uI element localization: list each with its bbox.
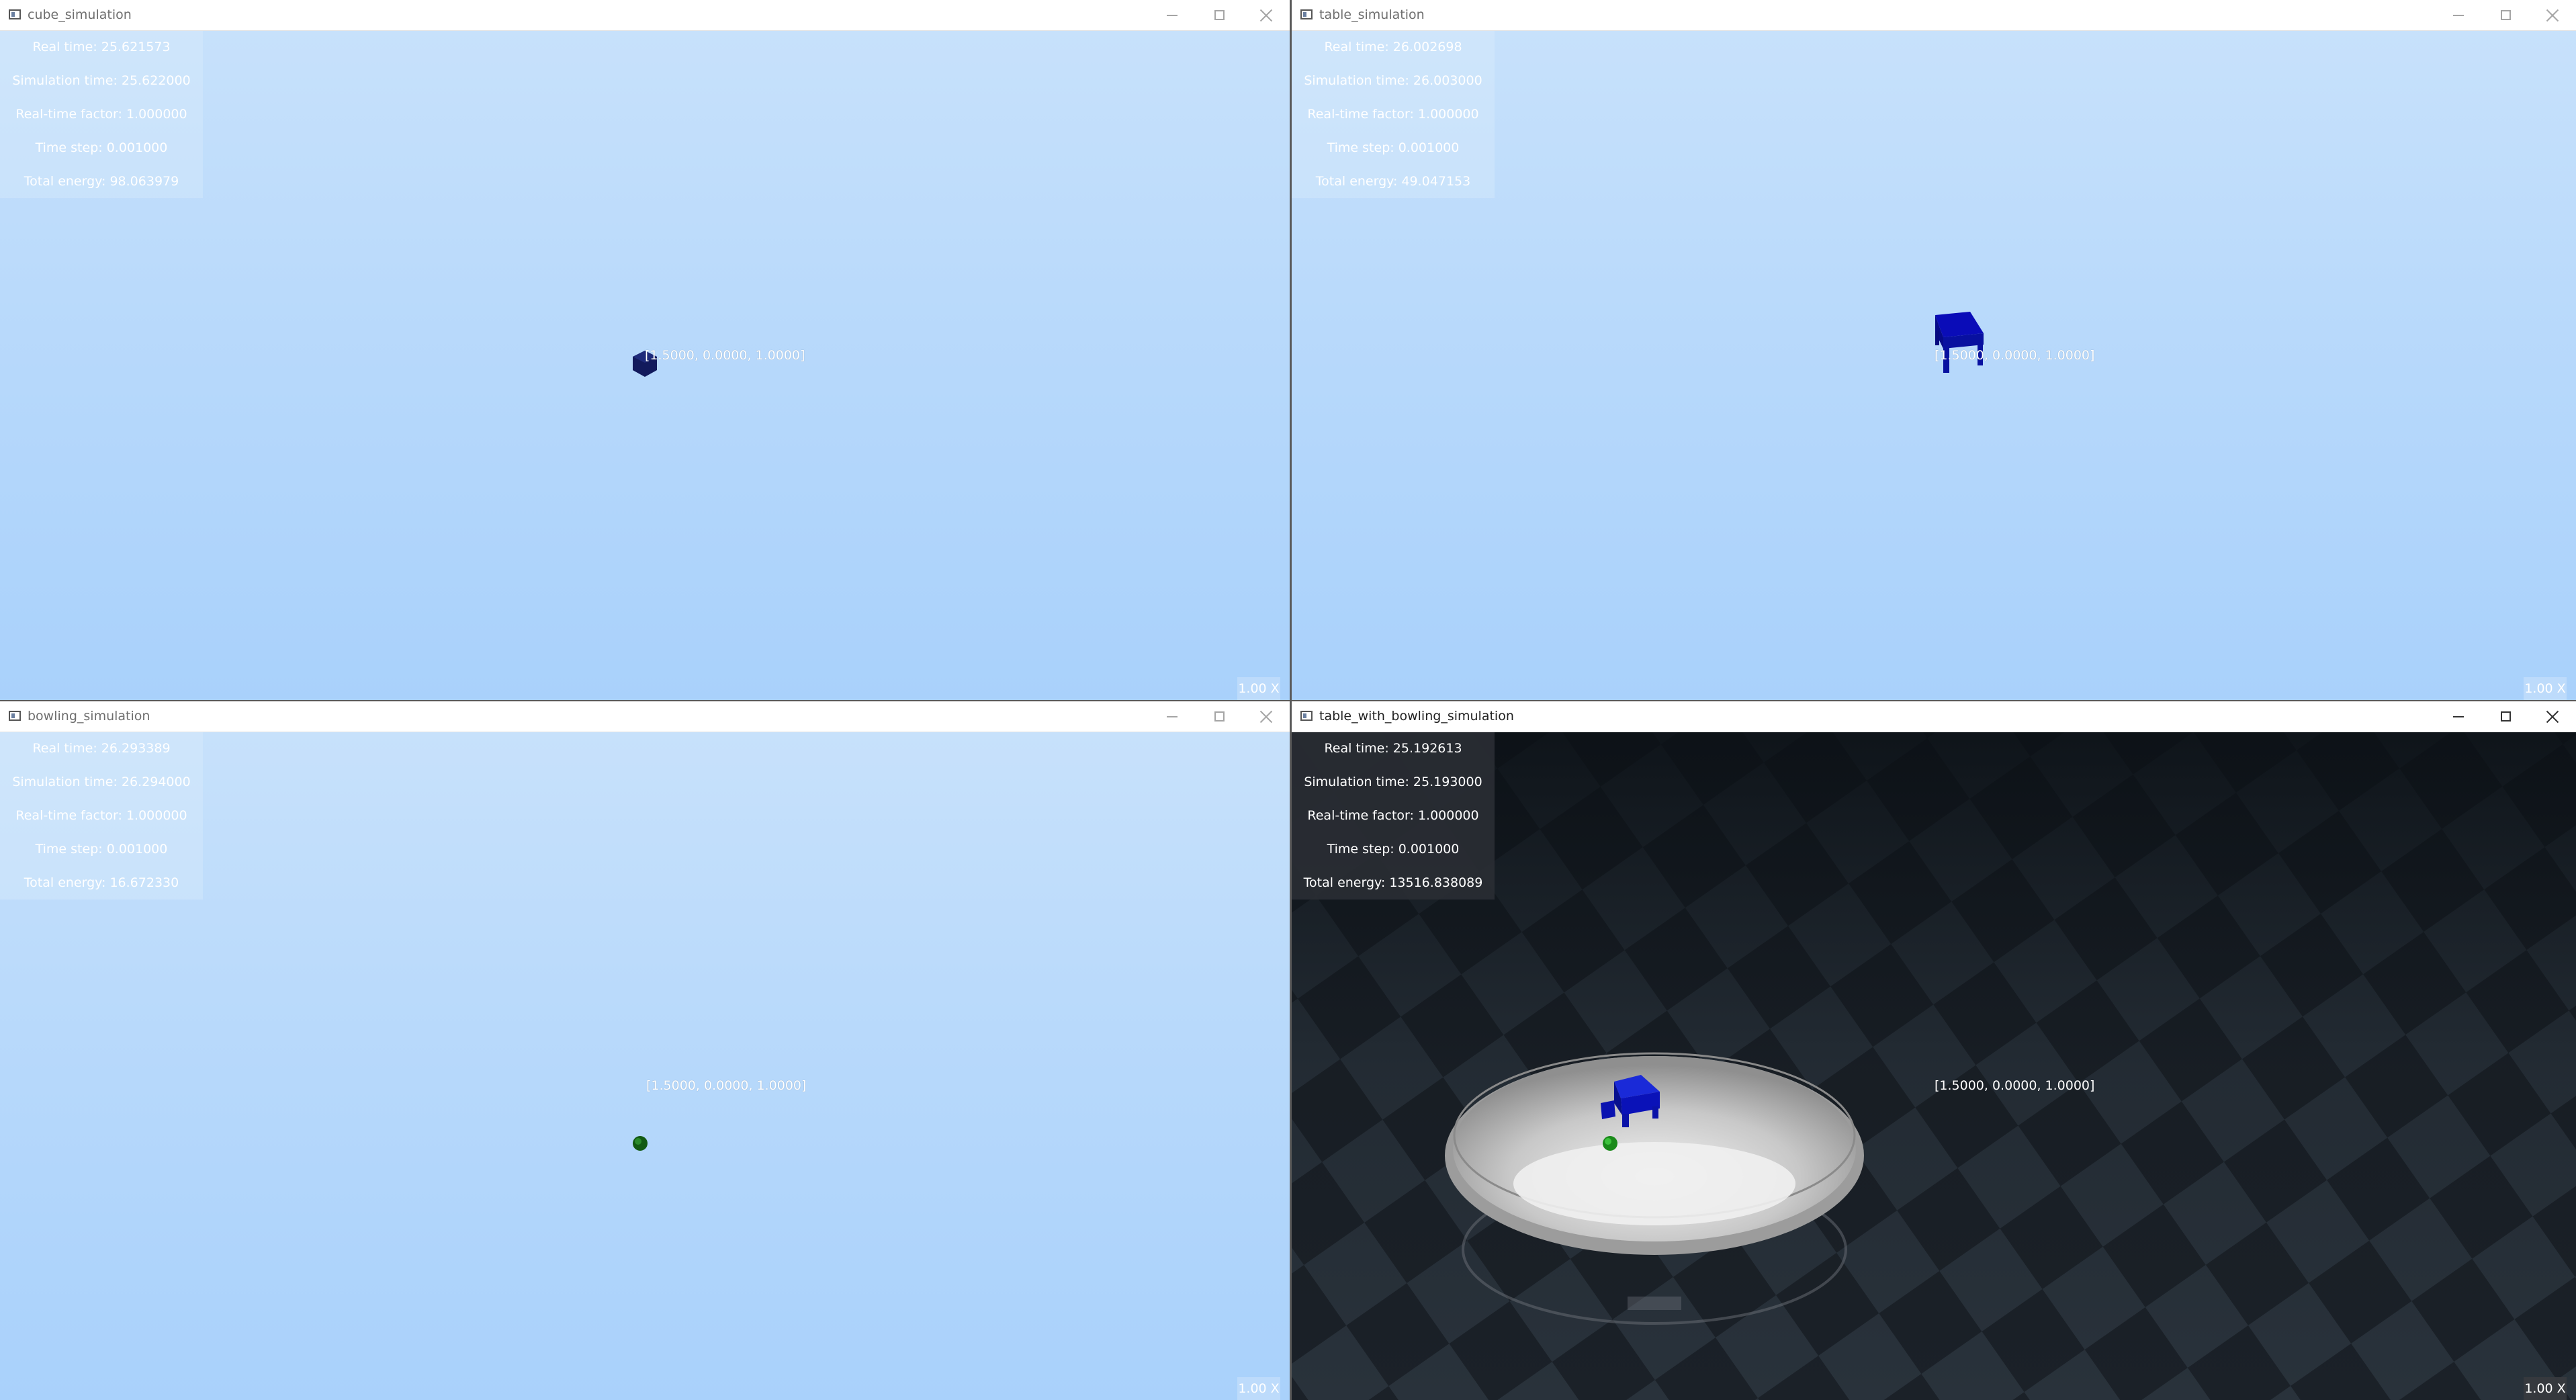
zoom-indicator[interactable]: 1.00 X (1237, 1377, 1280, 1400)
zoom-indicator[interactable]: 1.00 X (1237, 677, 1280, 700)
table-with-bowling-simulation-window[interactable]: table_with_bowling_simulation Real time:… (1292, 701, 2576, 1400)
simulation-viewport[interactable]: Real time: 25.621573 Simulation time: 25… (0, 31, 1290, 700)
title-bar[interactable]: table_simulation (1292, 0, 2576, 31)
zoom-indicator[interactable]: 1.00 X (2524, 1377, 2567, 1400)
maximize-button[interactable] (1196, 0, 1243, 30)
coordinate-readout: [1.5000, 0.0000, 1.0000] (646, 1078, 807, 1093)
coordinate-readout: [1.5000, 0.0000, 1.0000] (1935, 348, 2095, 363)
scene-canvas (633, 351, 657, 377)
minimize-icon (1167, 715, 1178, 717)
scene-canvas (1935, 312, 1984, 373)
cube-simulation-window[interactable]: cube_simulation Real time: 25.621573 Sim… (0, 0, 1290, 700)
real-time-factor-label: Real-time factor: 1.000000 (1307, 808, 1479, 823)
app-window-icon (9, 9, 21, 19)
close-icon (2545, 8, 2560, 23)
close-icon (1259, 8, 1274, 23)
app-window-icon (9, 711, 21, 721)
app-window-icon (1300, 9, 1313, 19)
maximize-icon (2500, 711, 2511, 721)
table-icon (1935, 312, 1984, 373)
window-title: table_with_bowling_simulation (1319, 709, 1514, 724)
maximize-icon (2500, 10, 2511, 20)
window-title: bowling_simulation (28, 709, 150, 724)
scene-canvas (633, 1136, 648, 1151)
simulation-viewport[interactable]: Real time: 25.192613 Simulation time: 25… (1292, 732, 2576, 1400)
coordinate-readout: [1.5000, 0.0000, 1.0000] (645, 348, 805, 363)
close-button[interactable] (1243, 0, 1290, 30)
maximize-button[interactable] (1196, 701, 1243, 732)
ball-icon (633, 1136, 648, 1151)
total-energy-label: Total energy: 13516.838089 (1303, 875, 1483, 890)
ball-icon (1603, 1136, 1617, 1151)
stats-panel: Real time: 25.192613 Simulation time: 25… (1292, 732, 1495, 900)
minimize-icon (1167, 14, 1178, 16)
table-simulation-window[interactable]: table_simulation Real time: 26.002698 Si… (1292, 0, 2576, 700)
coordinate-readout: [1.5000, 0.0000, 1.0000] (1935, 1078, 2095, 1093)
close-button[interactable] (1243, 701, 1290, 732)
app-window-icon (1300, 711, 1313, 721)
maximize-icon (1214, 10, 1225, 20)
time-step-label: Time step: 0.001000 (1327, 842, 1460, 857)
minimize-button[interactable] (1149, 0, 1196, 30)
simulation-time-label: Simulation time: 25.193000 (1304, 775, 1482, 789)
close-icon (2545, 709, 2560, 724)
title-bar[interactable]: cube_simulation (0, 0, 1290, 31)
maximize-button[interactable] (2482, 0, 2529, 30)
minimize-icon (2453, 715, 2464, 717)
window-title: table_simulation (1319, 7, 1425, 22)
close-button[interactable] (2529, 701, 2576, 732)
title-bar[interactable]: bowling_simulation (0, 701, 1290, 732)
minimize-button[interactable] (1149, 701, 1196, 732)
real-time-label: Real time: 25.192613 (1324, 741, 1462, 756)
minimize-button[interactable] (2435, 0, 2482, 30)
close-button[interactable] (2529, 0, 2576, 30)
minimize-icon (2453, 14, 2464, 16)
title-bar[interactable]: table_with_bowling_simulation (1292, 701, 2576, 732)
minimize-button[interactable] (2435, 701, 2482, 732)
window-title: cube_simulation (28, 7, 132, 22)
maximize-icon (1214, 711, 1225, 721)
simulation-viewport[interactable]: Real time: 26.002698 Simulation time: 26… (1292, 31, 2576, 700)
close-icon (1259, 709, 1274, 724)
zoom-indicator[interactable]: 1.00 X (2524, 677, 2567, 700)
bowling-simulation-window[interactable]: bowling_simulation Real time: 26.293389 … (0, 701, 1290, 1400)
maximize-button[interactable] (2482, 701, 2529, 732)
simulation-viewport[interactable]: Real time: 26.293389 Simulation time: 26… (0, 732, 1290, 1400)
